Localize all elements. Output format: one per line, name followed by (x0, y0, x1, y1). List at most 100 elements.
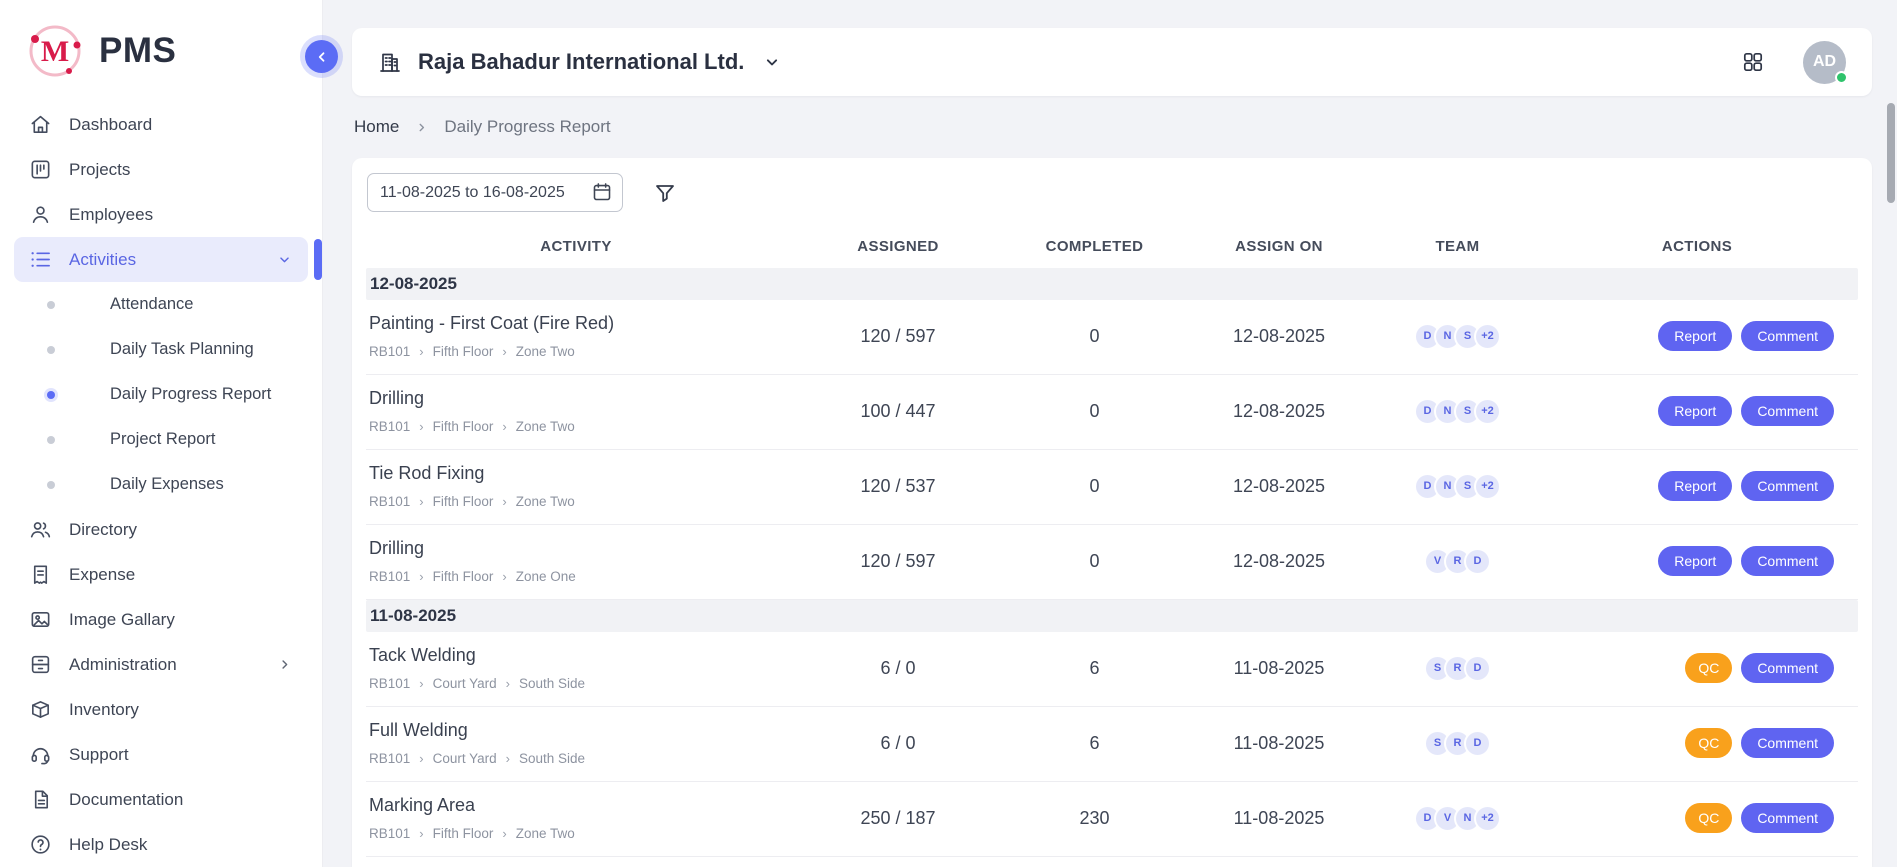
activity-cell: Full WeldingRB101›Court Yard›South Side (366, 720, 786, 766)
completed-value: 230 (1010, 808, 1179, 829)
team-cell: SRD (1379, 730, 1536, 757)
sidebar-item-label: Expense (69, 565, 135, 585)
group-date: 11-08-2025 (370, 606, 456, 625)
activity-cell: DrillingRB101›Fifth Floor›Zone Two (366, 388, 786, 434)
avatar-initials: AD (1813, 53, 1836, 71)
chevron-right-icon: › (419, 420, 423, 433)
company-selector[interactable]: Raja Bahadur International Ltd. (378, 49, 782, 75)
sidebar-item-dashboard[interactable]: Dashboard (14, 102, 308, 147)
sidebar-item-support[interactable]: Support (14, 732, 308, 777)
report-button[interactable]: Report (1658, 471, 1732, 501)
report-button[interactable]: Report (1658, 321, 1732, 351)
path-segment: South Side (519, 751, 585, 766)
sidebar-item-projects[interactable]: Projects (14, 147, 308, 192)
team-avatar[interactable]: D (1464, 730, 1491, 757)
table-body: 12-08-2025Painting - First Coat (Fire Re… (352, 268, 1872, 867)
sidebar-item-activities[interactable]: Activities (14, 237, 308, 282)
comment-button[interactable]: Comment (1741, 471, 1834, 501)
sidebar-collapse-button[interactable] (305, 40, 338, 73)
comment-button[interactable]: Comment (1741, 321, 1834, 351)
sidebar-subitem-project-report[interactable]: Project Report (14, 417, 308, 462)
path-segment: Zone Two (516, 344, 575, 359)
home-icon (29, 113, 52, 136)
qc-button[interactable]: QC (1685, 803, 1732, 833)
chevron-right-icon: › (419, 677, 423, 690)
apps-grid-icon[interactable] (1741, 50, 1765, 74)
report-button[interactable]: Report (1658, 396, 1732, 426)
filter-funnel-icon[interactable] (653, 181, 677, 205)
sidebar-subitem-label: Daily Progress Report (110, 385, 271, 404)
sidebar-subitem-daily-progress-report[interactable]: Daily Progress Report (14, 372, 308, 417)
qc-button[interactable]: QC (1685, 728, 1732, 758)
activity-title: Drilling (369, 538, 786, 559)
page-scrollbar[interactable] (1887, 103, 1895, 203)
comment-button[interactable]: Comment (1741, 803, 1834, 833)
assigned-value: 100 / 447 (786, 401, 1010, 422)
team-extra-count[interactable]: +2 (1474, 473, 1501, 500)
sidebar-item-help-desk[interactable]: Help Desk (14, 822, 308, 867)
sidebar-subitem-daily-expenses[interactable]: Daily Expenses (14, 462, 308, 507)
chevron-right-icon: › (419, 570, 423, 583)
user-avatar[interactable]: AD (1803, 41, 1846, 84)
team-cell: DVN+2 (1379, 805, 1536, 832)
path-segment: Fifth Floor (433, 419, 494, 434)
path-segment: Zone One (516, 569, 576, 584)
people-icon (29, 518, 52, 541)
chevron-right-icon: › (506, 752, 510, 765)
team-avatar[interactable]: D (1464, 655, 1491, 682)
sidebar-subitem-daily-task-planning[interactable]: Daily Task Planning (14, 327, 308, 372)
breadcrumb-home-link[interactable]: Home (354, 117, 399, 137)
sidebar-item-inventory[interactable]: Inventory (14, 687, 308, 732)
assigned-value: 6 / 0 (786, 658, 1010, 679)
team-avatar[interactable]: D (1464, 548, 1491, 575)
table-row: DrillingRB101›Fifth Floor›Zone Two120 / … (366, 857, 1858, 867)
bullet-icon (47, 391, 55, 399)
team-extra-count[interactable]: +2 (1474, 323, 1501, 350)
column-header-actions: ACTIONS (1536, 238, 1858, 255)
chevron-right-icon (414, 120, 429, 135)
path-segment: Fifth Floor (433, 569, 494, 584)
sidebar-item-label: Image Gallary (69, 610, 175, 630)
chevron-right-icon: › (502, 420, 506, 433)
content-card: ACTIVITY ASSIGNED COMPLETED ASSIGN ON TE… (352, 158, 1872, 867)
sidebar-item-image-gallary[interactable]: Image Gallary (14, 597, 308, 642)
sidebar-subitem-label: Attendance (110, 295, 193, 314)
comment-button[interactable]: Comment (1741, 396, 1834, 426)
app-root: M PMS Dashboard Projects Employees (0, 0, 1897, 867)
team-cell: DNS+2 (1379, 473, 1536, 500)
team-extra-count[interactable]: +2 (1474, 398, 1501, 425)
date-group-header: 11-08-2025 (366, 600, 1858, 632)
activities-list-icon (29, 248, 52, 271)
comment-button[interactable]: Comment (1741, 728, 1834, 758)
assigned-value: 120 / 597 (786, 551, 1010, 572)
svg-text:M: M (41, 35, 69, 68)
sidebar-item-expense[interactable]: Expense (14, 552, 308, 597)
sidebar-item-administration[interactable]: Administration (14, 642, 308, 687)
chevron-right-icon: › (506, 677, 510, 690)
team-extra-count[interactable]: +2 (1474, 805, 1501, 832)
sidebar-item-label: Employees (69, 205, 153, 225)
sidebar-item-employees[interactable]: Employees (14, 192, 308, 237)
qc-button[interactable]: QC (1685, 653, 1732, 683)
team-avatar-stack: SRD (1424, 730, 1491, 757)
sidebar-item-label: Directory (69, 520, 137, 540)
comment-button[interactable]: Comment (1741, 653, 1834, 683)
path-segment: Fifth Floor (433, 826, 494, 841)
path-segment: RB101 (369, 569, 410, 584)
date-range-input[interactable] (367, 173, 623, 212)
sidebar-item-label: Administration (69, 655, 177, 675)
sidebar-item-label: Documentation (69, 790, 183, 810)
bullet-icon (47, 301, 55, 309)
team-cell: SRD (1379, 655, 1536, 682)
sidebar-item-directory[interactable]: Directory (14, 507, 308, 552)
chevron-down-icon (276, 251, 293, 268)
actions-cell: QC Comment (1536, 728, 1858, 758)
path-segment: Zone Two (516, 419, 575, 434)
group-date: 12-08-2025 (370, 274, 457, 293)
sidebar-subitem-attendance[interactable]: Attendance (14, 282, 308, 327)
sidebar-item-documentation[interactable]: Documentation (14, 777, 308, 822)
comment-button[interactable]: Comment (1741, 546, 1834, 576)
activity-title: Marking Area (369, 795, 786, 816)
report-button[interactable]: Report (1658, 546, 1732, 576)
team-cell: DNS+2 (1379, 323, 1536, 350)
